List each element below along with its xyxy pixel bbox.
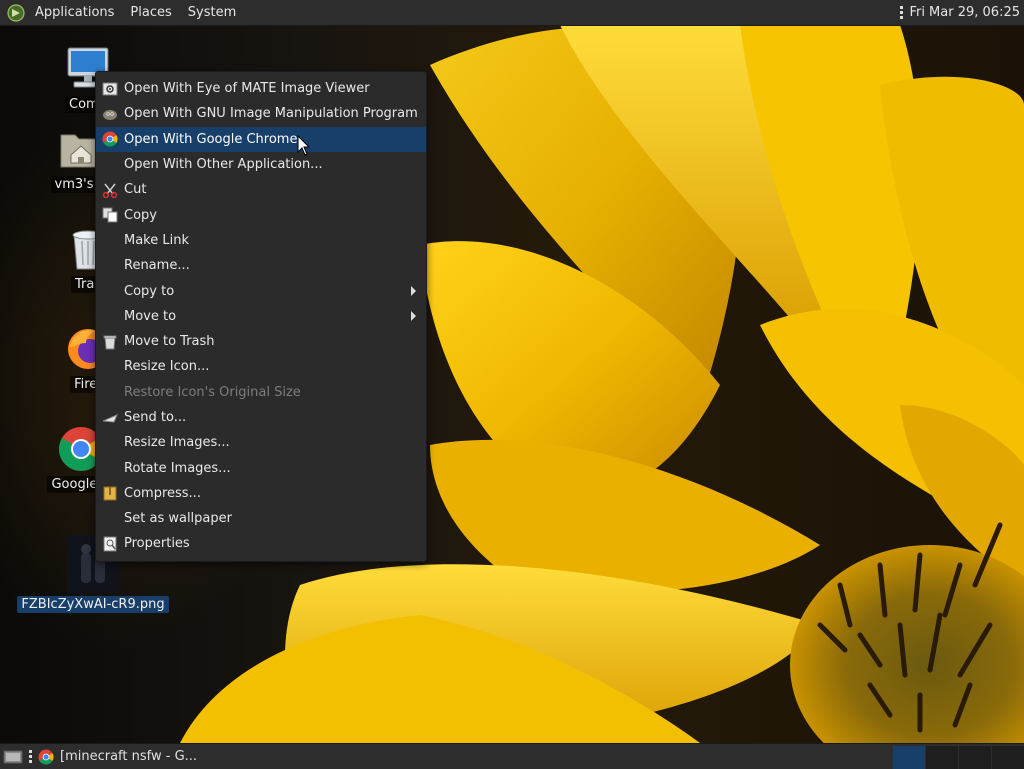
- chrome-icon: [38, 749, 54, 765]
- menu-item-set-wallpaper[interactable]: Set as wallpaper: [96, 506, 426, 531]
- menu-item-open-with-chrome[interactable]: Open With Google Chrome: [96, 126, 426, 152]
- menu-item-rotate-images[interactable]: Rotate Images...: [96, 455, 426, 480]
- menu-item-send-to[interactable]: Send to...: [96, 405, 426, 430]
- menu-item-label: Rotate Images...: [124, 460, 231, 476]
- workspace-1[interactable]: [892, 746, 925, 769]
- menu-item-label: Make Link: [124, 232, 189, 248]
- trash-icon: [103, 335, 117, 350]
- menu-item-label: Copy to: [124, 283, 175, 299]
- submenu-arrow-icon: [411, 286, 416, 297]
- menu-item-label: Resize Icon...: [124, 359, 210, 375]
- menu-item-label: Move to: [124, 308, 177, 324]
- scissors-icon: [102, 183, 118, 198]
- menu-item-copy[interactable]: Copy: [96, 202, 426, 227]
- desktop-icon-label: FZBIcZyXwAI-cR9.png: [17, 596, 169, 613]
- gimp-icon: [103, 109, 117, 120]
- archive-icon: [103, 486, 117, 501]
- menu-item-label: Properties: [124, 536, 190, 552]
- image-viewer-icon: [102, 82, 118, 96]
- submenu-arrow-icon: [411, 311, 416, 322]
- menu-item-label: Open With GNU Image Manipulation Program: [124, 106, 418, 122]
- workspace-2[interactable]: [925, 746, 958, 769]
- copy-icon: [102, 207, 118, 223]
- mate-logo-icon[interactable]: [7, 3, 25, 22]
- context-menu: Open With Eye of MATE Image Viewer Open …: [95, 71, 427, 562]
- menu-item-open-with-eom[interactable]: Open With Eye of MATE Image Viewer: [96, 76, 426, 101]
- workspace-switcher: [892, 746, 1024, 769]
- menu-item-label: Copy: [124, 207, 157, 223]
- mouse-pointer-icon: [297, 135, 311, 156]
- menu-item-make-link[interactable]: Make Link: [96, 228, 426, 253]
- menu-item-resize-icon[interactable]: Resize Icon...: [96, 354, 426, 379]
- applications-menu[interactable]: Applications: [27, 0, 122, 25]
- menu-item-compress[interactable]: Compress...: [96, 481, 426, 506]
- menu-item-label: Move to Trash: [124, 334, 215, 350]
- clock[interactable]: Fri Mar 29, 06:25: [909, 5, 1020, 20]
- menu-item-open-with-gimp[interactable]: Open With GNU Image Manipulation Program: [96, 101, 426, 126]
- chrome-icon: [102, 131, 118, 147]
- places-menu[interactable]: Places: [122, 0, 179, 25]
- menu-item-label: Resize Images...: [124, 435, 230, 451]
- menu-item-label: Rename...: [124, 258, 190, 274]
- menu-item-label: Set as wallpaper: [124, 511, 232, 527]
- menu-item-properties[interactable]: Properties: [96, 531, 426, 556]
- menu-item-label: Compress...: [124, 485, 201, 501]
- workspace-3[interactable]: [958, 746, 991, 769]
- menu-item-label: Open With Other Application...: [124, 157, 323, 173]
- menu-item-label: Open With Google Chrome: [124, 131, 298, 147]
- taskbar-window-button[interactable]: [minecraft nsfw - G...: [32, 744, 203, 769]
- workspace-4[interactable]: [991, 746, 1024, 769]
- menu-item-move-to[interactable]: Move to: [96, 304, 426, 329]
- taskbar-window-title: [minecraft nsfw - G...: [60, 749, 198, 764]
- menu-item-label: Send to...: [124, 410, 187, 425]
- menu-item-resize-images[interactable]: Resize Images...: [96, 430, 426, 455]
- menu-item-cut[interactable]: Cut: [96, 177, 426, 202]
- menu-item-copy-to[interactable]: Copy to: [96, 278, 426, 303]
- properties-icon: [103, 536, 117, 552]
- menu-item-label: Open With Eye of MATE Image Viewer: [124, 81, 370, 97]
- menu-item-rename[interactable]: Rename...: [96, 253, 426, 278]
- show-desktop-icon[interactable]: [3, 749, 23, 765]
- menu-item-open-with-other[interactable]: Open With Other Application...: [96, 152, 426, 177]
- menu-item-label: Restore Icon's Original Size: [124, 384, 301, 400]
- system-menu[interactable]: System: [180, 0, 244, 25]
- top-panel: Applications Places System Fri Mar 29, 0…: [0, 0, 1024, 26]
- menu-item-restore-icon-size: Restore Icon's Original Size: [96, 380, 426, 405]
- send-icon: [102, 413, 118, 423]
- panel-handle-icon[interactable]: [900, 6, 904, 19]
- menu-item-move-to-trash[interactable]: Move to Trash: [96, 329, 426, 354]
- menu-item-label: Cut: [124, 182, 147, 198]
- bottom-panel: [minecraft nsfw - G...: [0, 743, 1024, 769]
